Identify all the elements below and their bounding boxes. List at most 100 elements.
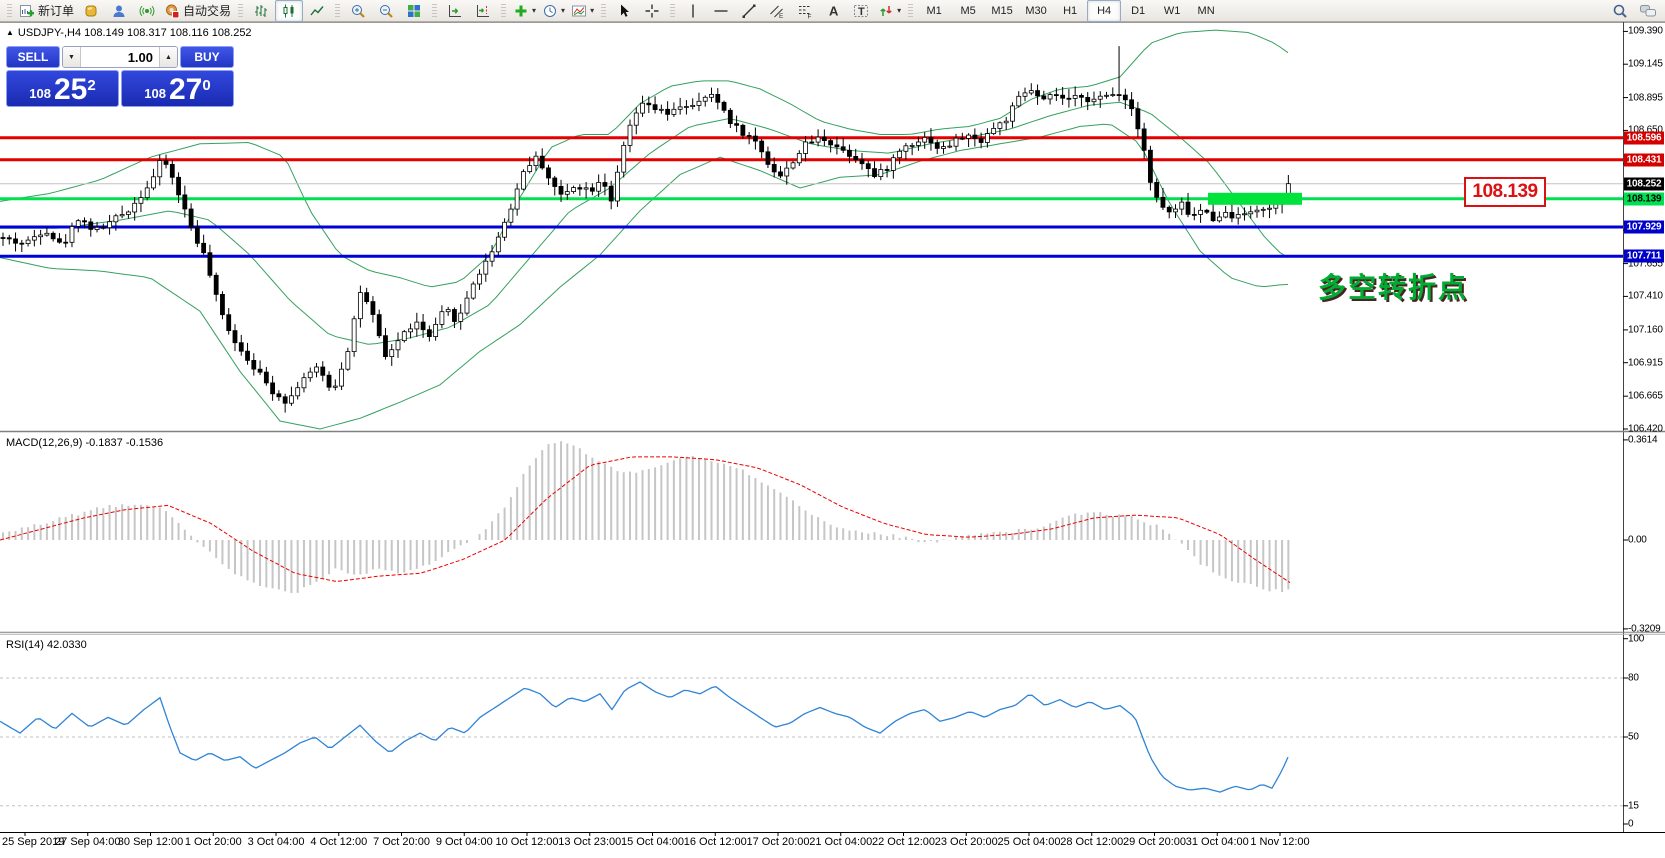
toolbar-grip (238, 4, 243, 18)
volume-value[interactable]: 1.00 (81, 47, 159, 67)
timeframe-M1[interactable]: M1 (917, 0, 951, 22)
price-axis-tick: 106.420 (1628, 423, 1664, 434)
arrows-tool[interactable]: ▾ (875, 0, 904, 22)
price-axis-tick: 0.3614 (1628, 434, 1664, 445)
periods-button[interactable]: ▾ (539, 0, 568, 22)
time-axis-label: 4 Oct 12:00 (310, 836, 367, 848)
text-tool[interactable]: A (819, 0, 847, 22)
vertical-line-icon (685, 3, 701, 19)
zoom-out-button[interactable] (372, 0, 400, 22)
one-click-trading-panel: SELL ▼ 1.00 ▲ BUY 108252 108270 (6, 46, 234, 107)
indicators-plus-icon (513, 3, 529, 19)
text-label-tool[interactable]: T (847, 0, 875, 22)
price-line-label: 108.596 (1624, 131, 1664, 144)
text-label-icon: T (853, 3, 869, 19)
chevron-down-icon: ▾ (897, 7, 901, 15)
pivot-text-annotation[interactable]: 多空转折点 (1318, 266, 1468, 306)
trendline-icon (741, 3, 757, 19)
auto-scroll-button[interactable] (441, 0, 469, 22)
timeframe-D1[interactable]: D1 (1121, 0, 1155, 22)
time-axis-label: 17 Oct 20:00 (747, 836, 810, 848)
time-axis-label: 9 Oct 04:00 (436, 836, 493, 848)
line-chart-button[interactable] (303, 0, 331, 22)
time-axis-label: 16 Oct 12:00 (684, 836, 747, 848)
chart-canvas[interactable] (0, 0, 1665, 858)
timeframe-M30[interactable]: M30 (1019, 0, 1053, 22)
fibonacci-tool[interactable]: F (791, 0, 819, 22)
chart-shift-button[interactable] (469, 0, 497, 22)
chevron-down-icon: ▾ (561, 7, 565, 15)
down-arrow-icon: ▼ (68, 54, 75, 61)
highlight-rectangle[interactable] (1208, 193, 1302, 205)
crosshair-button[interactable] (638, 0, 666, 22)
signals-button[interactable] (133, 0, 161, 22)
time-axis-label: 22 Oct 12:00 (872, 836, 935, 848)
zoom-out-icon (378, 3, 394, 19)
autotrade-button[interactable]: 自动交易 (161, 0, 234, 22)
equidistant-channel-tool[interactable]: E (763, 0, 791, 22)
line-chart-icon (309, 3, 325, 19)
candlestick-chart-icon (281, 3, 297, 19)
time-axis-label: 25 Oct 04:00 (998, 836, 1061, 848)
timeframe-H1[interactable]: H1 (1053, 0, 1087, 22)
autotrade-icon (164, 3, 180, 19)
sell-button[interactable]: SELL (6, 46, 60, 68)
time-axis-label: 1 Nov 12:00 (1250, 836, 1309, 848)
buy-button[interactable]: BUY (180, 46, 234, 68)
svg-text:A: A (829, 3, 839, 18)
cursor-button[interactable] (610, 0, 638, 22)
buy-price-box[interactable]: 108270 (121, 70, 234, 107)
bar-chart-button[interactable] (247, 0, 275, 22)
candlestick-chart-button[interactable] (275, 0, 303, 22)
price-axis-tick: 80 (1628, 673, 1664, 684)
main-chart-panel[interactable] (0, 30, 1623, 429)
price-annotation-box[interactable]: 108.139 (1464, 177, 1546, 207)
toolbar: 新订单 自动交易 (0, 0, 1665, 22)
chat-button[interactable] (1634, 0, 1662, 22)
toolbar-grip (432, 4, 437, 18)
community-button[interactable] (105, 0, 133, 22)
price-axis-tick: 0 (1628, 819, 1664, 830)
horizontal-line-icon (713, 3, 729, 19)
time-axis-label: 29 Oct 20:00 (1123, 836, 1186, 848)
sell-price-pip: 2 (87, 77, 95, 94)
new-order-button[interactable]: 新订单 (16, 0, 77, 22)
chevron-down-icon: ▾ (590, 7, 594, 15)
toolbar-grip (7, 4, 12, 18)
sell-price-base: 108 (29, 86, 51, 101)
rsi-panel[interactable] (0, 678, 1623, 806)
clock-icon (542, 3, 558, 19)
timeframe-M5[interactable]: M5 (951, 0, 985, 22)
crosshair-icon (644, 3, 660, 19)
timeframe-MN[interactable]: MN (1189, 0, 1223, 22)
volume-decrease-button[interactable]: ▼ (63, 47, 81, 67)
search-button[interactable] (1606, 0, 1634, 22)
timeframe-W1[interactable]: W1 (1155, 0, 1189, 22)
macd-panel[interactable] (0, 441, 1290, 593)
horizontal-line-tool[interactable] (707, 0, 735, 22)
time-axis-label: 28 Oct 12:00 (1060, 836, 1123, 848)
toolbar-grip (335, 4, 340, 18)
mt4-window: 新订单 自动交易 (0, 0, 1665, 858)
timeframe-M15[interactable]: M15 (985, 0, 1019, 22)
price-line-label: 108.252 (1624, 177, 1664, 190)
text-tool-icon: A (825, 3, 841, 19)
buy-price-big: 27 (169, 77, 202, 103)
price-axis-tick: 100 (1628, 633, 1664, 644)
trendline-tool[interactable] (735, 0, 763, 22)
sticker-icon (83, 3, 99, 19)
toolbar-grip (908, 4, 913, 18)
timeframe-H4[interactable]: H4 (1087, 0, 1121, 22)
template-icon (571, 3, 587, 19)
time-axis-label: 13 Oct 23:00 (558, 836, 621, 848)
sticker-button[interactable] (77, 0, 105, 22)
price-axis-tick: 106.665 (1628, 391, 1664, 402)
templates-button[interactable]: ▾ (568, 0, 597, 22)
indicators-button[interactable]: ▾ (510, 0, 539, 22)
vertical-line-tool[interactable] (679, 0, 707, 22)
volume-increase-button[interactable]: ▲ (159, 47, 177, 67)
tile-windows-button[interactable] (400, 0, 428, 22)
zoom-in-icon (350, 3, 366, 19)
zoom-in-button[interactable] (344, 0, 372, 22)
sell-price-box[interactable]: 108252 (6, 70, 119, 107)
